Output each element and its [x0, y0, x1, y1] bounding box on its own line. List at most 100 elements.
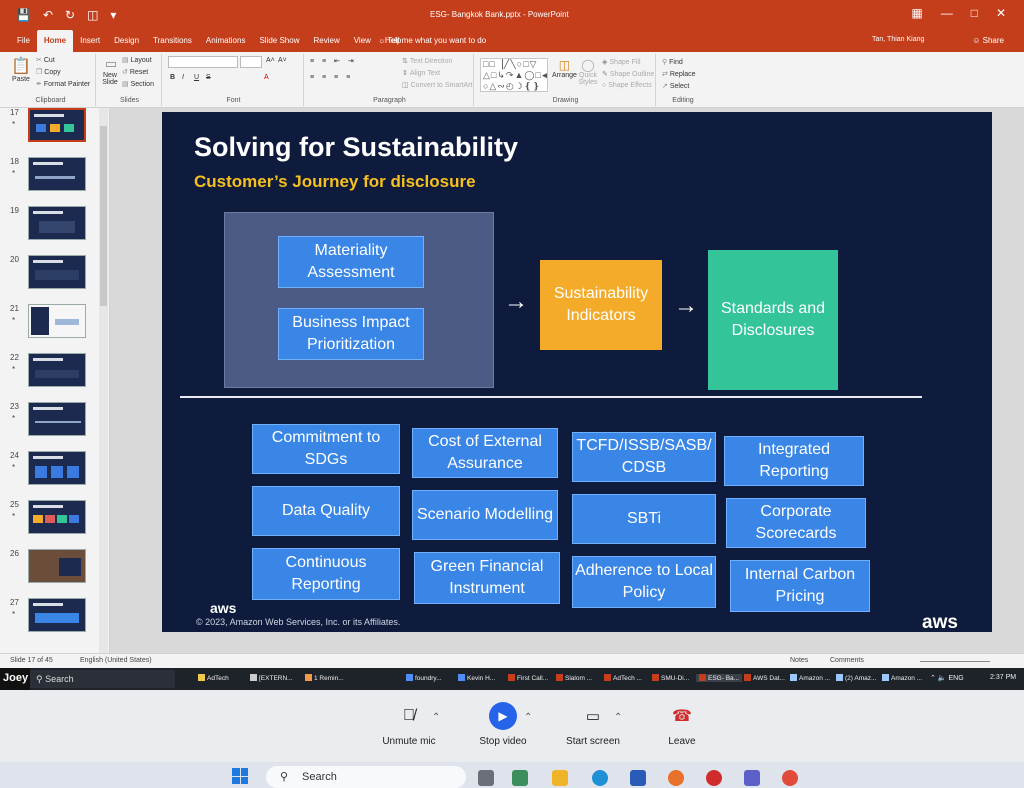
shrink-font-button[interactable]: A˅ — [278, 57, 287, 64]
taskbar-item[interactable]: Slalom ... — [556, 674, 592, 682]
taskbar-item[interactable]: [EXTERN... — [250, 674, 293, 682]
thumbnail-image[interactable] — [28, 549, 86, 583]
thumbnail-item[interactable]: 22 * — [0, 353, 109, 401]
stop-video-button[interactable]: ▶ Stop video — [472, 702, 534, 747]
windows-start-icon[interactable] — [232, 768, 248, 784]
tab-transitions[interactable]: Transitions — [146, 30, 199, 52]
thumbnail-item[interactable]: 19 — [0, 206, 109, 254]
grid-box[interactable]: Internal Carbon Pricing — [730, 560, 870, 612]
taskbar-clock[interactable]: 2:37 PM — [990, 674, 1016, 681]
thumbnail-image[interactable] — [28, 255, 86, 289]
undo-icon[interactable]: ↶ — [43, 8, 53, 22]
find-button[interactable]: ⚲ Find — [662, 58, 683, 66]
minimize-icon[interactable]: — — [941, 6, 953, 20]
thumbnail-image[interactable] — [28, 304, 86, 338]
taskbar-item[interactable]: AWS Dat... — [744, 674, 785, 682]
tab-home[interactable]: Home — [36, 30, 74, 52]
input-language[interactable]: ENG — [949, 675, 964, 682]
thumbnail-item[interactable]: 21 * — [0, 304, 109, 352]
grid-box[interactable]: SBTi — [572, 494, 716, 544]
task-view-icon[interactable] — [478, 770, 494, 786]
thumbnail-item[interactable]: 17 * — [0, 108, 109, 156]
customize-qat-icon[interactable]: ▾ — [110, 8, 116, 22]
font-name-input[interactable] — [168, 56, 238, 68]
taskbar-item[interactable]: foundry... — [406, 674, 442, 682]
new-slide-button[interactable]: ▭ New Slide — [100, 56, 122, 86]
thumbnail-image[interactable] — [28, 451, 86, 485]
business-impact-box[interactable]: Business Impact Prioritization — [278, 308, 424, 360]
ribbon-display-icon[interactable]: ▦ — [911, 6, 922, 20]
thumbnail-item[interactable]: 18 * — [0, 157, 109, 205]
store-icon[interactable] — [630, 770, 646, 786]
unmute-mic-button[interactable]: 🎙̸ Unmute mic — [378, 702, 440, 747]
thumbnail-item[interactable]: 26 — [0, 549, 109, 597]
maximize-icon[interactable]: □ — [971, 6, 978, 20]
grid-box[interactable]: Corporate Scorecards — [726, 498, 866, 548]
taskbar-item[interactable]: SMU-Di... — [652, 674, 689, 682]
convert-smartart-button[interactable]: ◫ Convert to SmartArt — [402, 81, 472, 89]
thumbnail-item[interactable]: 20 — [0, 255, 109, 303]
tab-insert[interactable]: Insert — [73, 30, 107, 52]
firefox-icon[interactable] — [668, 770, 684, 786]
section-button[interactable]: ▤ Section — [122, 80, 154, 88]
screen-options-chevron-icon[interactable]: ⌃ — [614, 712, 622, 723]
grow-font-button[interactable]: A˄ — [266, 57, 275, 64]
paste-button[interactable]: 📋 Paste — [8, 56, 34, 83]
grid-box[interactable]: Cost of External Assurance — [412, 428, 558, 478]
tab-animations[interactable]: Animations — [199, 30, 253, 52]
materiality-assessment-box[interactable]: Materiality Assessment — [278, 236, 424, 288]
thumbnail-item[interactable]: 24 * — [0, 451, 109, 499]
grid-box[interactable]: Scenario Modelling — [412, 490, 558, 540]
italic-button[interactable]: I — [182, 74, 184, 81]
copy-button[interactable]: ❐ Copy — [36, 68, 61, 76]
file-explorer-icon[interactable] — [552, 770, 568, 786]
opera-icon[interactable] — [706, 770, 722, 786]
save-icon[interactable]: 💾 — [16, 8, 31, 22]
tab-slide-show[interactable]: Slide Show — [252, 30, 306, 52]
select-button[interactable]: ↗ Select — [662, 82, 689, 90]
edge-browser-icon[interactable] — [592, 770, 608, 786]
replace-button[interactable]: ⇄ Replace — [662, 70, 696, 78]
cut-button[interactable]: ✂ Cut — [36, 56, 55, 64]
taskbar-item[interactable]: First Call... — [508, 674, 548, 682]
redo-icon[interactable]: ↻ — [65, 8, 75, 22]
shape-outline-button[interactable]: ✎ Shape Outline — [602, 70, 654, 78]
taskbar-item[interactable]: Kevin H... — [458, 674, 495, 682]
chevron-up-icon[interactable]: ⌃ — [930, 675, 936, 682]
tab-review[interactable]: Review — [306, 30, 346, 52]
system-tray[interactable]: ⌃ 🔈 ENG — [930, 674, 964, 682]
thumbnail-image[interactable] — [28, 500, 86, 534]
layout-button[interactable]: ▤ Layout — [122, 56, 152, 64]
text-direction-button[interactable]: ⇅ Text Direction — [402, 57, 452, 65]
grid-box[interactable]: Commitment to SDGs — [252, 424, 400, 474]
taskbar-item[interactable]: 1 Remin... — [305, 674, 344, 682]
leave-button[interactable]: ☎ Leave — [656, 702, 708, 747]
reset-button[interactable]: ↺ Reset — [122, 68, 148, 76]
taskbar-item-active[interactable]: ESG- Ba... — [696, 674, 743, 682]
standards-disclosures-box[interactable]: Standards and Disclosures — [708, 250, 838, 390]
thumbnail-scrollbar[interactable] — [99, 108, 108, 653]
align-icon[interactable]: ≡ ≡ ≡ ≡ — [310, 74, 353, 81]
start-screen-button[interactable]: ▭ Start screen — [562, 702, 624, 747]
taskbar-item[interactable]: AdTech — [198, 674, 229, 682]
tab-view[interactable]: View — [347, 30, 378, 52]
tab-file[interactable]: File — [10, 30, 37, 52]
thumbnail-item[interactable]: 23 * — [0, 402, 109, 450]
grid-box[interactable]: Adherence to Local Policy — [572, 556, 716, 608]
taskbar-item[interactable]: AdTech ... — [604, 674, 642, 682]
zoom-slider[interactable] — [920, 661, 990, 662]
language-indicator[interactable]: English (United States) — [80, 657, 152, 664]
font-size-input[interactable] — [240, 56, 262, 68]
taskbar-item[interactable]: Amazon ... — [882, 674, 922, 682]
teams-icon[interactable] — [744, 770, 760, 786]
notes-button[interactable]: Notes — [790, 657, 808, 664]
bullets-icon[interactable]: ≡ ≡ ⇤ ⇥ — [310, 57, 357, 65]
comments-button[interactable]: Comments — [830, 657, 864, 664]
close-icon[interactable]: ✕ — [996, 6, 1006, 20]
grid-box[interactable]: Data Quality — [252, 486, 400, 536]
scrollbar-thumb[interactable] — [100, 126, 107, 306]
shapes-gallery[interactable]: □□▕╱╲○□▽△□↳↷▲◯□◀○△∾◴☽❴❵★ — [480, 58, 548, 92]
taskbar-item[interactable]: Amazon ... — [790, 674, 830, 682]
format-painter-button[interactable]: ✒ Format Painter — [36, 80, 90, 88]
thumbnail-image[interactable] — [28, 598, 86, 632]
